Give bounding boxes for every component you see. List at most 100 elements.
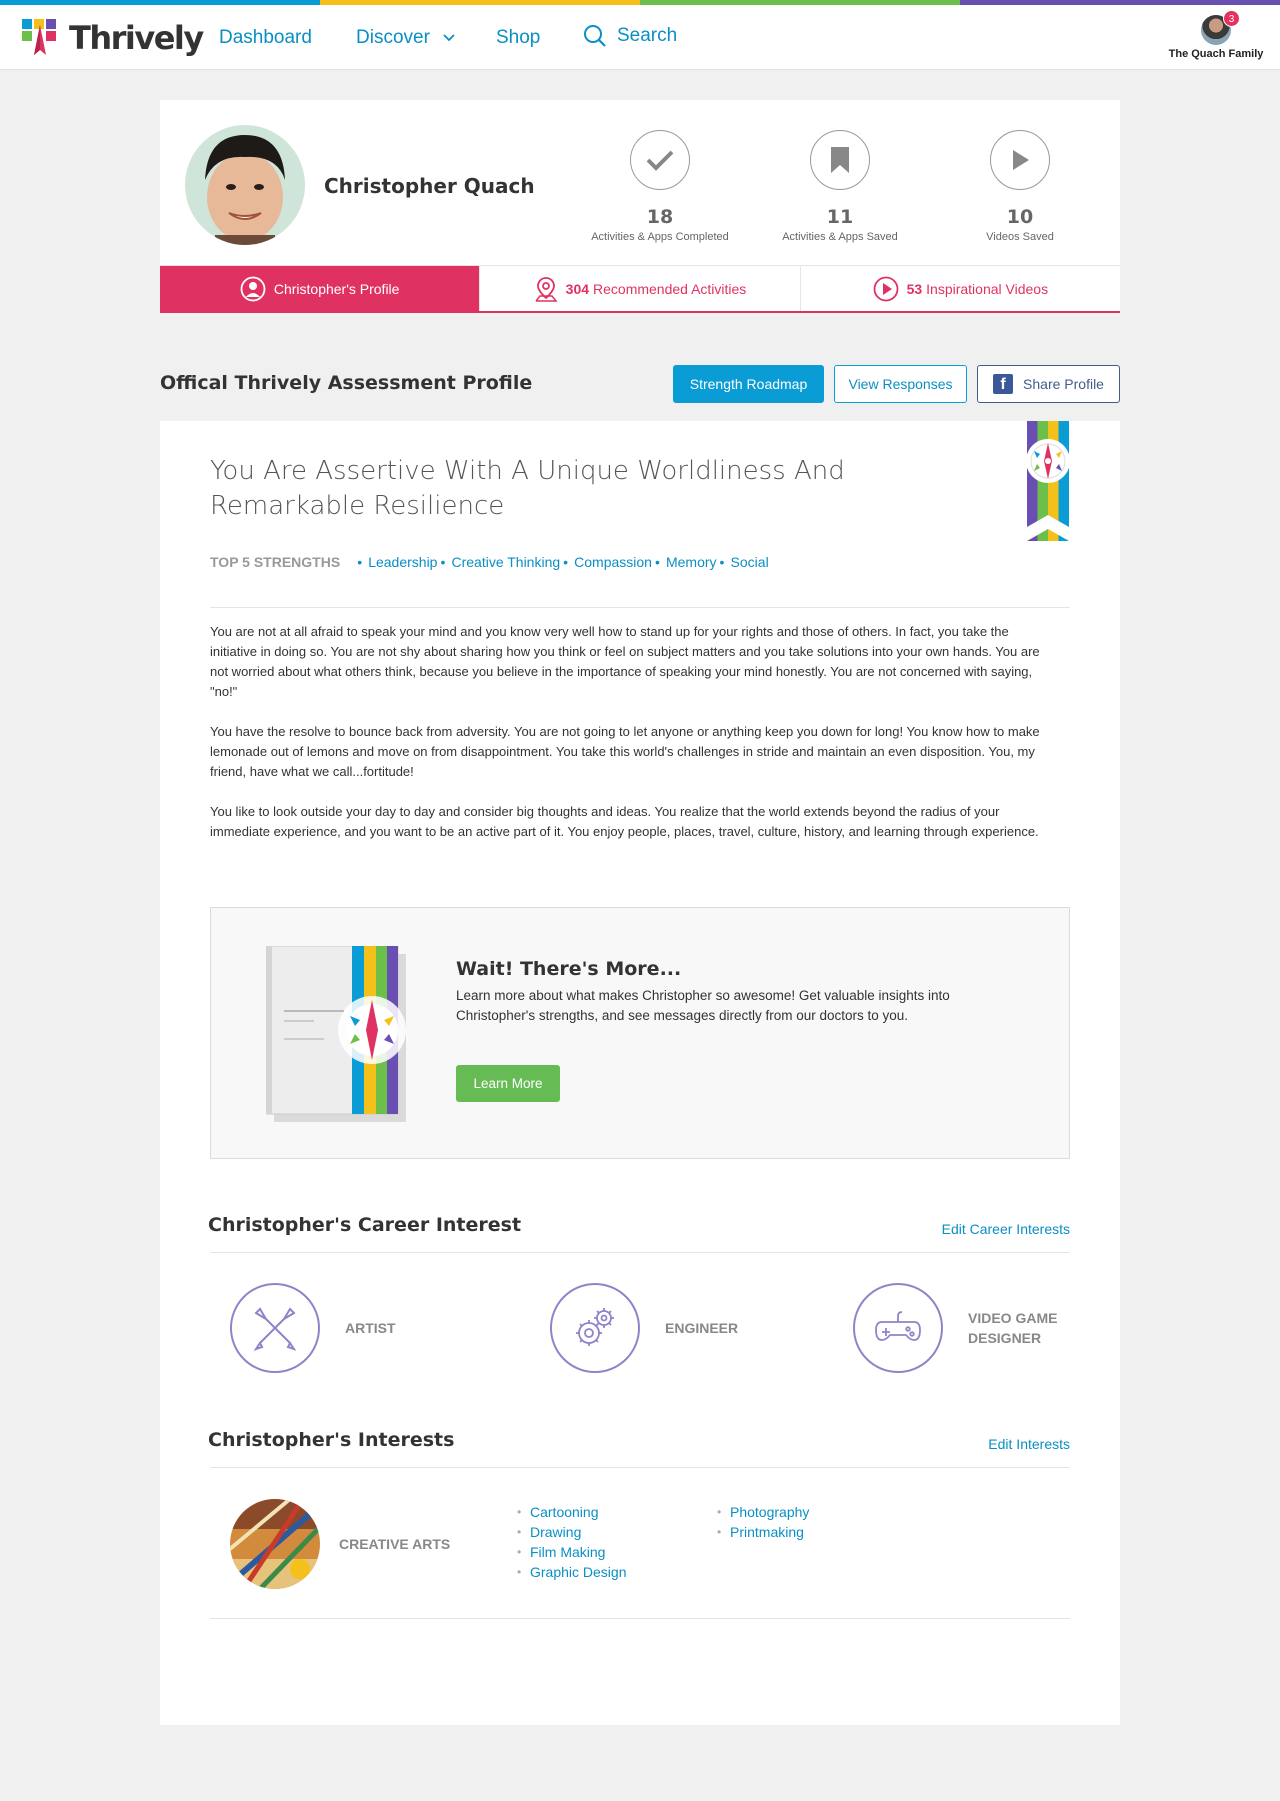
- report-book-image: [266, 946, 406, 1122]
- gamepad-icon: [875, 1311, 921, 1341]
- stat-label: Videos Saved: [986, 231, 1054, 243]
- assessment-title: Offical Thrively Assessment Profile: [160, 372, 533, 394]
- interest-item[interactable]: Film Making: [517, 1542, 627, 1562]
- stat-completed[interactable]: 18 Activities & Apps Completed: [580, 130, 740, 243]
- career-item-artist[interactable]: ARTIST: [230, 1283, 455, 1373]
- edit-career-interests-link[interactable]: Edit Career Interests: [942, 1221, 1070, 1237]
- interests-title: Christopher's Interests: [208, 1429, 455, 1451]
- share-profile-label: Share Profile: [1023, 376, 1104, 392]
- strength-leadership[interactable]: Leadership: [357, 554, 437, 570]
- nav-discover[interactable]: Discover: [356, 27, 455, 49]
- interest-item[interactable]: Photography: [717, 1502, 809, 1522]
- career-label: ARTIST: [345, 1320, 396, 1336]
- career-item-video-game-designer[interactable]: VIDEO GAME DESIGNER: [853, 1283, 1078, 1373]
- interest-category: CREATIVE ARTS: [339, 1536, 451, 1552]
- assessment-headline: You Are Assertive With A Unique Worldlin…: [210, 456, 845, 521]
- interest-item[interactable]: Cartooning: [517, 1502, 627, 1522]
- tab-count: 53: [906, 280, 923, 297]
- logo-text: Thrively: [69, 19, 204, 57]
- interest-item[interactable]: Graphic Design: [517, 1562, 627, 1582]
- profile-card: Christopher Quach 18 Activities & Apps C…: [160, 100, 1120, 313]
- compass-logo-icon: [22, 19, 56, 55]
- child-name: Christopher Quach: [324, 174, 535, 198]
- divider: [210, 1467, 1070, 1468]
- view-responses-button[interactable]: View Responses: [834, 365, 967, 403]
- play-icon: [1013, 150, 1029, 170]
- stat-label: Activities & Apps Completed: [591, 231, 729, 243]
- chevron-down-icon: [443, 34, 455, 42]
- assessment-panel: You Are Assertive With A Unique Worldlin…: [160, 421, 1120, 1725]
- stat-circle: [990, 130, 1050, 190]
- share-profile-button[interactable]: f Share Profile: [977, 365, 1120, 403]
- family-avatar: 3: [1201, 10, 1240, 45]
- tab-count: 304: [565, 280, 590, 297]
- strength-creative-thinking[interactable]: Creative Thinking: [441, 554, 561, 570]
- notification-badge: 3: [1223, 10, 1240, 27]
- interest-item[interactable]: Drawing: [517, 1522, 627, 1542]
- interests-list: Cartooning Drawing Film Making Graphic D…: [517, 1502, 627, 1582]
- nav-search[interactable]: Search: [583, 24, 677, 48]
- creative-arts-photo: [230, 1499, 320, 1589]
- search-icon: [584, 25, 606, 47]
- strength-memory[interactable]: Memory: [655, 554, 716, 570]
- strengths-label: TOP 5 STRENGTHS: [210, 554, 341, 570]
- career-interest-title: Christopher's Career Interest: [208, 1214, 522, 1236]
- career-label: VIDEO GAME DESIGNER: [968, 1310, 1058, 1346]
- play-circle-icon: [873, 276, 898, 301]
- stat-circle: [810, 130, 870, 190]
- thrively-logo[interactable]: Thrively: [19, 17, 204, 59]
- person-icon: [240, 276, 266, 301]
- paint-brushes-image: [230, 1499, 320, 1589]
- account-menu[interactable]: 3 The Quach Family: [1167, 10, 1265, 60]
- tab-label: Inspirational Videos: [926, 280, 1049, 297]
- assessment-paragraph: You like to look outside your day to day…: [210, 804, 1039, 839]
- stat-value: 10: [1006, 206, 1034, 228]
- more-title: Wait! There's More...: [456, 958, 682, 980]
- divider: [210, 1618, 1070, 1619]
- gears-icon: [576, 1308, 614, 1346]
- career-icon-circle: [550, 1283, 640, 1373]
- career-label: ENGINEER: [665, 1320, 739, 1336]
- child-avatar: [185, 125, 305, 245]
- strength-compassion[interactable]: Compassion: [563, 554, 652, 570]
- paintbrush-icon: [253, 1307, 297, 1351]
- divider: [210, 1252, 1070, 1253]
- assessment-paragraph: You have the resolve to bounce back from…: [210, 724, 1040, 779]
- interest-item[interactable]: Printmaking: [717, 1522, 809, 1542]
- tab-recommended-activities[interactable]: 304 Recommended Activities: [479, 266, 799, 311]
- profile-tabs: Christopher's Profile 304 Recommended Ac…: [160, 265, 1120, 313]
- tab-profile[interactable]: Christopher's Profile: [160, 266, 480, 311]
- stat-circle: [630, 130, 690, 190]
- nav-dashboard[interactable]: Dashboard: [219, 27, 312, 49]
- career-icon-circle: [853, 1283, 943, 1373]
- stat-saved[interactable]: 11 Activities & Apps Saved: [760, 130, 920, 243]
- tab-label: Christopher's Profile: [273, 280, 400, 297]
- top-nav-bar: Thrively Dashboard Discover Shop Search …: [0, 5, 1280, 70]
- map-pin-icon: [535, 276, 558, 302]
- strength-roadmap-button[interactable]: Strength Roadmap: [673, 365, 824, 403]
- account-name: The Quach Family: [1168, 48, 1264, 60]
- stat-value: 18: [646, 206, 674, 228]
- learn-more-button[interactable]: Learn More: [456, 1065, 560, 1102]
- more-insights-box: Wait! There's More... Learn more about w…: [210, 907, 1070, 1159]
- interests-list: Photography Printmaking: [717, 1502, 809, 1542]
- nav-discover-label: Discover: [356, 27, 430, 48]
- child-photo: [185, 125, 305, 245]
- edit-interests-link[interactable]: Edit Interests: [988, 1436, 1070, 1452]
- tab-label: Recommended Activities: [593, 280, 747, 297]
- nav-search-label: Search: [617, 25, 678, 46]
- strength-social[interactable]: Social: [720, 554, 769, 570]
- award-ribbon-icon: [1027, 421, 1069, 541]
- stat-value: 11: [826, 206, 854, 228]
- career-item-engineer[interactable]: ENGINEER: [550, 1283, 775, 1373]
- stat-videos[interactable]: 10 Videos Saved: [940, 130, 1100, 243]
- check-icon: [646, 150, 674, 171]
- tab-inspirational-videos[interactable]: 53 Inspirational Videos: [799, 266, 1120, 311]
- career-icon-circle: [230, 1283, 320, 1373]
- bookmark-icon: [831, 147, 849, 173]
- top-strengths: TOP 5 STRENGTHS Leadership Creative Thin…: [210, 554, 1070, 608]
- stat-label: Activities & Apps Saved: [782, 231, 898, 243]
- nav-shop[interactable]: Shop: [496, 27, 540, 49]
- assessment-paragraph: You are not at all afraid to speak your …: [210, 624, 1040, 699]
- facebook-icon: f: [993, 374, 1014, 394]
